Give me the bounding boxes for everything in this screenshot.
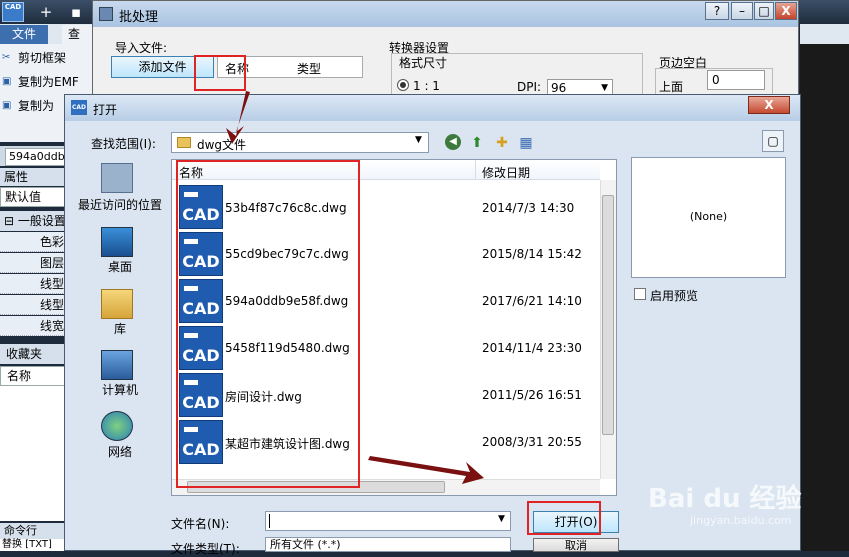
place-desktop[interactable]: 桌面: [71, 258, 169, 275]
new-folder-icon[interactable]: ✚: [493, 134, 511, 152]
copy-icon: ▣: [2, 100, 12, 111]
file-date: 2008/3/31 20:55: [482, 435, 582, 449]
folder-icon: [177, 137, 191, 148]
top-margin-label: 上面: [659, 80, 684, 94]
file-name-input[interactable]: [265, 511, 511, 531]
file-name-label: 文件名(N):: [171, 517, 230, 531]
file-type-select[interactable]: 所有文件 (*.*): [265, 537, 511, 552]
vertical-scroll-thumb[interactable]: [602, 195, 614, 435]
preview-none-text: (None): [689, 210, 728, 223]
top-margin-input[interactable]: 0: [707, 70, 765, 90]
dpi-value: 96: [551, 81, 567, 95]
open-titlebar: [65, 95, 800, 121]
file-date: 2017/6/21 14:10: [482, 294, 582, 308]
open-file-icon[interactable]: ▪: [68, 4, 84, 20]
ribbon-cut-frame[interactable]: 剪切框架: [18, 49, 66, 67]
new-icon[interactable]: +: [38, 4, 54, 20]
open-close-button[interactable]: X: [748, 96, 790, 114]
drawing-canvas[interactable]: [800, 44, 849, 551]
chevron-down-icon: ▼: [415, 135, 422, 145]
help-button[interactable]: ?: [705, 2, 729, 20]
dpi-label: DPI:: [517, 80, 542, 94]
scale-1-1-label: 1 : 1: [413, 79, 440, 93]
ribbon-copy-as[interactable]: 复制为: [18, 97, 54, 115]
document-tab[interactable]: 594a0ddb: [5, 148, 67, 166]
column-date[interactable]: 修改日期: [482, 164, 530, 181]
tab-view[interactable]: 查看: [62, 25, 96, 60]
annotation-box: [194, 55, 246, 91]
place-network[interactable]: 网络: [71, 443, 169, 460]
radio-selected-dot: [400, 82, 406, 88]
batch-title: 批处理: [119, 10, 159, 25]
enable-preview-label[interactable]: 启用预览: [650, 287, 698, 304]
properties-general-label: 一般设置: [17, 214, 66, 228]
place-library[interactable]: 库: [71, 320, 169, 337]
column-divider[interactable]: [475, 160, 476, 180]
computer-icon: [101, 350, 133, 380]
preview-pane-icon[interactable]: ▢: [762, 130, 784, 152]
ribbon-copy-emf[interactable]: 复制为EMF: [18, 73, 79, 91]
import-files-label: 导入文件:: [115, 41, 168, 55]
place-computer[interactable]: 计算机: [71, 381, 169, 398]
desktop-icon: [101, 227, 133, 257]
import-col-type[interactable]: 类型: [297, 60, 321, 77]
app-logo[interactable]: CAD: [2, 2, 24, 22]
maximize-button[interactable]: □: [754, 2, 774, 20]
file-date: 2014/11/4 23:30: [482, 341, 582, 355]
open-dialog-title: 打开: [93, 103, 118, 117]
open-dialog-icon: CAD: [71, 100, 87, 115]
look-in-label: 查找范围(I):: [91, 137, 156, 151]
enable-preview-checkbox[interactable]: [634, 288, 646, 300]
annotation-box: [527, 501, 601, 535]
app-logo-text: CAD: [4, 3, 22, 11]
text-cursor: [269, 514, 270, 528]
batch-close-button[interactable]: X: [775, 2, 797, 20]
cut-frame-icon: ✂: [2, 52, 11, 63]
network-icon: [101, 411, 133, 441]
batch-titlebar: [93, 1, 798, 27]
chevron-down-icon[interactable]: ▼: [498, 514, 505, 524]
views-menu-icon[interactable]: ▦: [517, 134, 535, 152]
file-date: 2014/7/3 14:30: [482, 201, 575, 215]
place-recent[interactable]: 最近访问的位置: [71, 196, 169, 213]
format-size-label: 格式尺寸: [397, 54, 450, 71]
minimize-button[interactable]: –: [731, 2, 753, 20]
library-icon: [101, 289, 133, 319]
file-date: 2015/8/14 15:42: [482, 247, 582, 261]
right-toolbar: [800, 24, 849, 44]
up-folder-icon[interactable]: ⬆: [468, 134, 486, 152]
look-in-value: dwg文件: [197, 138, 247, 152]
back-icon[interactable]: ◀: [445, 134, 461, 150]
emf-icon: ▣: [2, 76, 12, 87]
file-type-label: 文件类型(T):: [171, 542, 240, 556]
baidu-watermark-url: jingyan.baidu.com: [690, 514, 792, 527]
baidu-watermark: Bai du 经验: [648, 484, 802, 514]
cancel-button[interactable]: 取消: [533, 538, 619, 552]
file-date: 2011/5/26 16:51: [482, 388, 582, 402]
annotation-box: [176, 160, 360, 488]
recent-places-icon: [101, 163, 133, 193]
batch-icon: [99, 7, 113, 21]
tab-file[interactable]: 文件: [0, 25, 48, 44]
